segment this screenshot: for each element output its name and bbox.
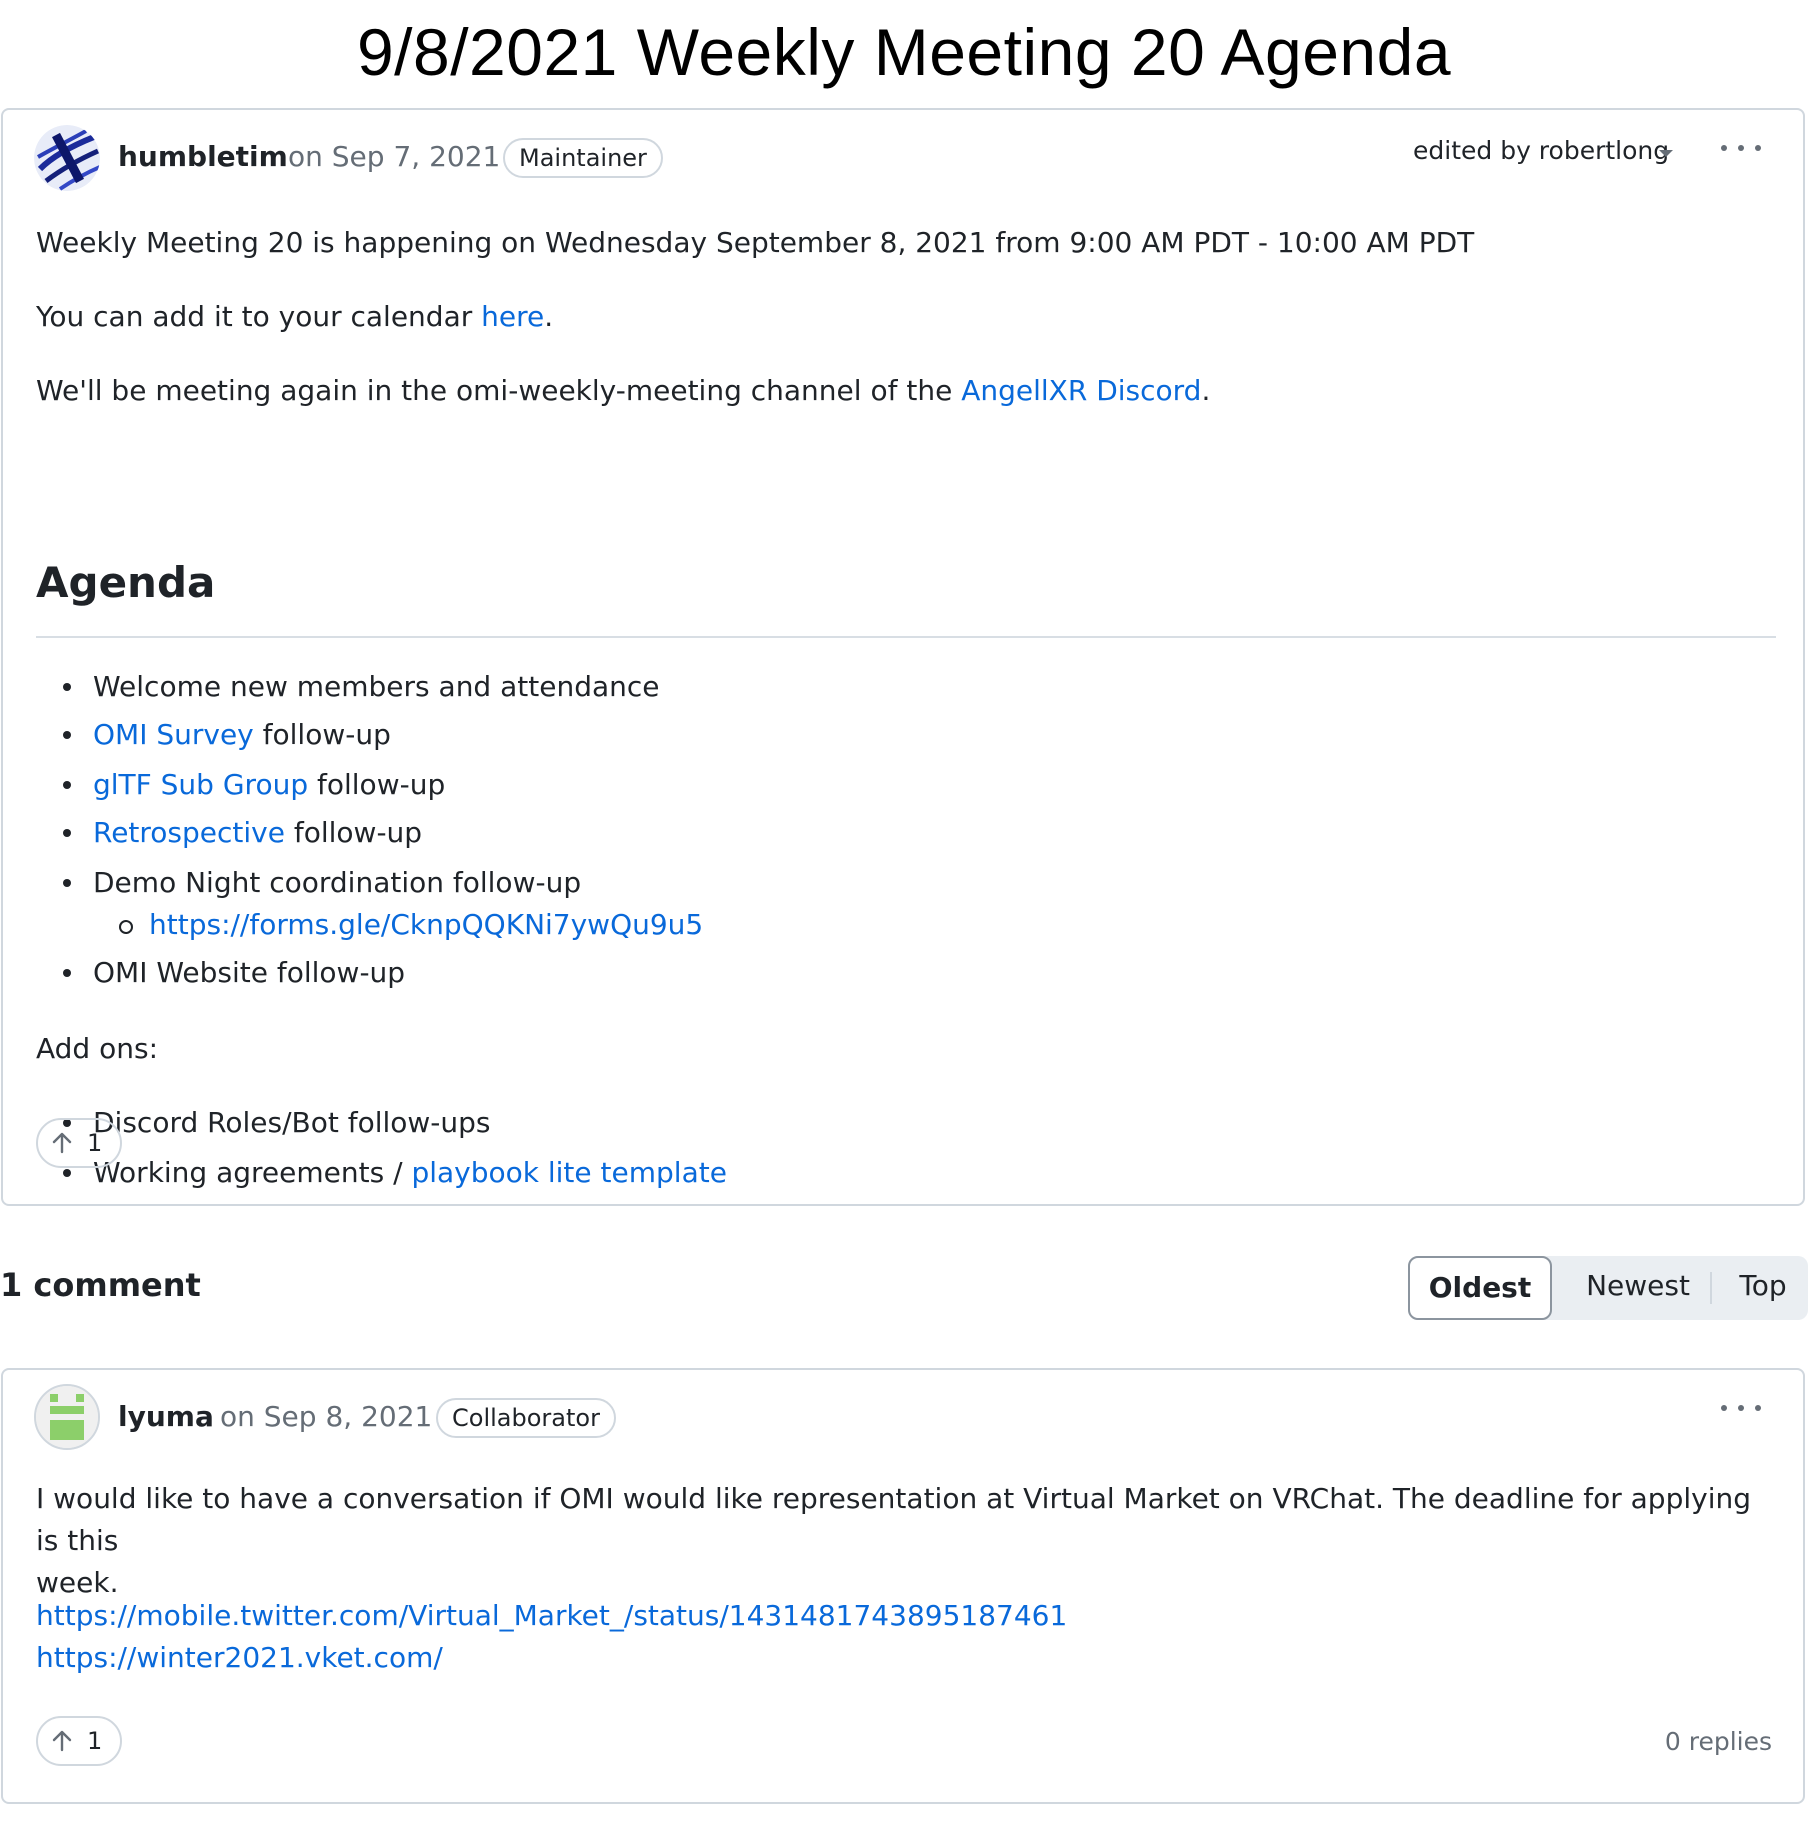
- list-item: glTF Sub Group follow-up: [62, 764, 703, 806]
- gltf-sub-group-link[interactable]: glTF Sub Group: [93, 768, 308, 801]
- upvote-count: 1: [87, 1727, 103, 1755]
- upvote-count: 1: [87, 1129, 103, 1157]
- agenda-list: Welcome new members and attendance OMI S…: [62, 666, 703, 994]
- role-badge: Maintainer: [503, 138, 663, 178]
- kebab-menu-icon[interactable]: [1721, 1398, 1761, 1418]
- upvote-button[interactable]: 1: [36, 1716, 122, 1766]
- comment-links: https://mobile.twitter.com/Virtual_Marke…: [36, 1595, 1067, 1679]
- comment-body-line: I would like to have a conversation if O…: [36, 1482, 1751, 1557]
- list-item: OMI Website follow-up: [62, 952, 703, 994]
- comment-author[interactable]: lyuma: [118, 1400, 214, 1433]
- twitter-link[interactable]: https://mobile.twitter.com/Virtual_Marke…: [36, 1599, 1067, 1632]
- item-text: follow-up: [284, 816, 423, 849]
- list-item: OMI Survey follow-up: [62, 714, 703, 756]
- divider: [36, 636, 1776, 638]
- vket-link[interactable]: https://winter2021.vket.com/: [36, 1641, 443, 1674]
- author-name[interactable]: humbletim: [118, 140, 288, 173]
- arrow-up-icon: [52, 1132, 72, 1154]
- playbook-link[interactable]: playbook lite template: [411, 1156, 727, 1189]
- calendar-text: You can add it to your calendar: [36, 300, 482, 333]
- addons-list: Discord Roles/Bot follow-ups Working agr…: [63, 1102, 727, 1194]
- list-item: Welcome new members and attendance: [62, 666, 703, 708]
- caret-down-icon[interactable]: [1659, 150, 1673, 157]
- channel-line: We'll be meeting again in the omi-weekly…: [36, 370, 1210, 412]
- sub-list: https://forms.gle/CknpQQKNi7ywQu9u5: [118, 904, 703, 946]
- item-text: Working agreements /: [93, 1156, 412, 1189]
- comments-count-heading: 1 comment: [0, 1266, 201, 1304]
- sort-oldest-button[interactable]: Oldest: [1408, 1256, 1552, 1320]
- calendar-link[interactable]: here: [481, 300, 544, 333]
- item-text: follow-up: [253, 718, 391, 751]
- list-item: Discord Roles/Bot follow-ups: [63, 1102, 727, 1144]
- channel-text: We'll be meeting again in the omi-weekly…: [36, 374, 962, 407]
- addons-label: Add ons:: [36, 1032, 159, 1065]
- comment-body: I would like to have a conversation if O…: [36, 1478, 1776, 1604]
- page-title: 9/8/2021 Weekly Meeting 20 Agenda: [356, 15, 1452, 89]
- omi-survey-link[interactable]: OMI Survey: [93, 718, 254, 751]
- intro-text: Weekly Meeting 20 is happening on Wednes…: [36, 226, 1475, 259]
- edited-by[interactable]: edited by robertlong: [1413, 136, 1669, 165]
- item-text: follow-up: [308, 768, 446, 801]
- channel-end: .: [1201, 374, 1211, 407]
- upvote-button[interactable]: 1: [36, 1118, 122, 1168]
- avatar-humbletim[interactable]: [34, 125, 100, 191]
- kebab-menu-icon[interactable]: [1721, 138, 1761, 158]
- list-item: Working agreements / playbook lite templ…: [63, 1152, 727, 1194]
- comment-card: lyuma on Sep 8, 2021 Collaborator I woul…: [1, 1368, 1805, 1804]
- item-text: Discord Roles/Bot follow-ups: [93, 1106, 491, 1139]
- sort-top-button[interactable]: Top: [1718, 1256, 1808, 1320]
- forms-link[interactable]: https://forms.gle/CknpQQKNi7ywQu9u5: [149, 908, 703, 941]
- avatar-lyuma[interactable]: [34, 1384, 100, 1450]
- sort-separator: [1710, 1272, 1712, 1304]
- role-badge: Collaborator: [436, 1398, 616, 1438]
- sort-newest-button[interactable]: Newest: [1568, 1256, 1708, 1320]
- agenda-heading: Agenda: [36, 558, 216, 607]
- post-date[interactable]: on Sep 7, 2021: [288, 140, 500, 173]
- comment-date[interactable]: on Sep 8, 2021: [220, 1400, 432, 1433]
- arrow-up-icon: [52, 1730, 72, 1752]
- calendar-line: You can add it to your calendar here.: [36, 296, 553, 338]
- calendar-end: .: [544, 300, 554, 333]
- discord-link[interactable]: AngellXR Discord: [961, 374, 1201, 407]
- list-item: Retrospective follow-up: [62, 812, 703, 854]
- sub-list-item: https://forms.gle/CknpQQKNi7ywQu9u5: [118, 904, 703, 946]
- item-text: Demo Night coordination follow-up: [93, 866, 582, 899]
- replies-count[interactable]: 0 replies: [1665, 1727, 1772, 1756]
- item-text: Welcome new members and attendance: [93, 670, 660, 703]
- retrospective-link[interactable]: Retrospective: [93, 816, 285, 849]
- discussion-post: humbletim on Sep 7, 2021 Maintainer edit…: [1, 108, 1805, 1206]
- item-text: OMI Website follow-up: [93, 956, 406, 989]
- sort-toggle: Oldest Newest Top: [1408, 1256, 1808, 1320]
- list-item: Demo Night coordination follow-up https:…: [62, 862, 703, 946]
